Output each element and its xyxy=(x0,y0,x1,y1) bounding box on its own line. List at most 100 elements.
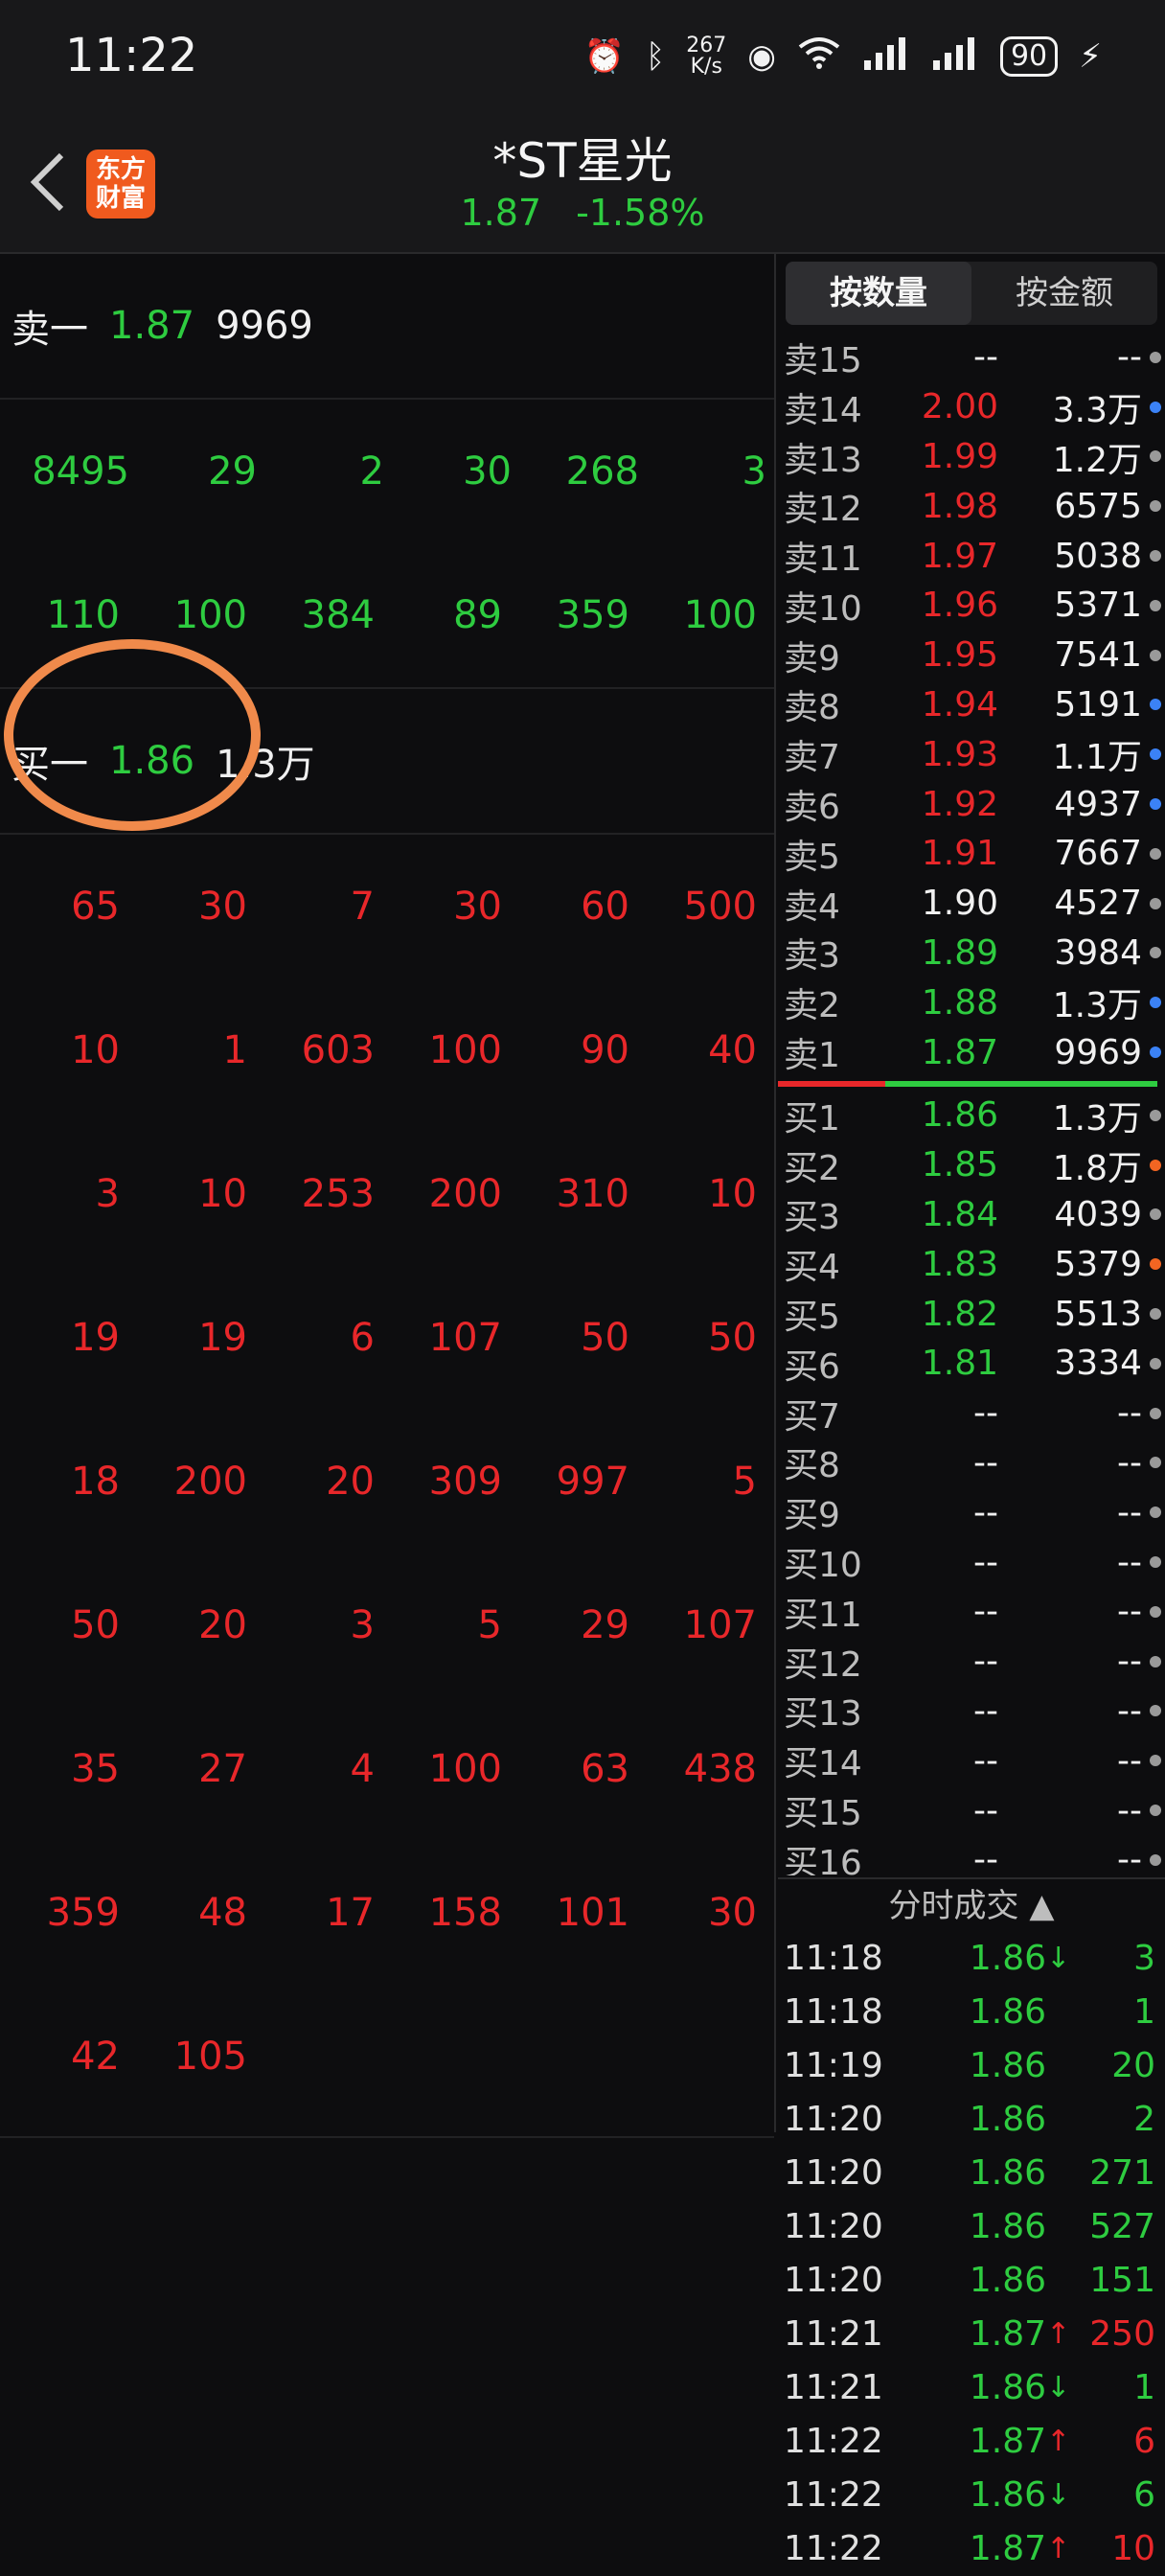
book-row[interactable]: 卖9 1.95 7541 xyxy=(778,631,1165,680)
book-volume: -- xyxy=(1117,1642,1142,1682)
status-dot-icon xyxy=(1150,947,1161,959)
queue-cell: 438 xyxy=(683,1747,757,1791)
book-row[interactable]: 买1 1.86 1.3万 xyxy=(778,1091,1165,1140)
trade-volume: 527 xyxy=(1089,2206,1155,2246)
trade-volume: 20 xyxy=(1111,2045,1155,2085)
queue-cell: 100 xyxy=(428,1747,502,1791)
trade-time: 11:21 xyxy=(784,2313,883,2354)
order-book[interactable]: 卖15 -- -- 卖14 2.00 3.3万 卖13 1.99 1.2万 卖12 1.98 6575… xyxy=(778,333,1165,1875)
book-row[interactable]: 卖12 1.98 6575 xyxy=(778,481,1165,531)
alarm-icon: ⏰ xyxy=(583,37,625,76)
queue-cell: 100 xyxy=(428,1028,502,1072)
book-volume: 1.8万 xyxy=(1052,1148,1142,1188)
sell-book: 卖15 -- -- 卖14 2.00 3.3万 卖13 1.99 1.2万 卖12 1.98 6575… xyxy=(778,333,1165,1077)
book-volume: 9969 xyxy=(1054,1032,1142,1072)
book-row[interactable]: 买3 1.84 4039 xyxy=(778,1190,1165,1240)
queue-cell: 5 xyxy=(732,1460,757,1504)
queue-cell: 50 xyxy=(71,1603,120,1647)
queue-cell: 1 xyxy=(222,1028,247,1072)
trade-volume: 2 xyxy=(1133,2099,1155,2139)
queue-cell: 20 xyxy=(198,1603,247,1647)
book-volume: -- xyxy=(1117,1542,1142,1582)
trade-price: 1.87 xyxy=(969,2528,1046,2568)
queue-cell: 309 xyxy=(428,1460,502,1504)
status-dot-icon xyxy=(1150,847,1161,860)
book-level-label: 卖4 xyxy=(784,886,840,927)
trade-direction-icon: ↑ xyxy=(1046,2424,1071,2458)
queue-cell: 90 xyxy=(581,1028,629,1072)
book-row[interactable]: 买4 1.83 5379 xyxy=(778,1239,1165,1289)
sell1-queue: 8495 29 2 30 268 3 110 100 384 89 359 10… xyxy=(0,400,774,689)
book-row[interactable]: 卖6 1.92 4937 xyxy=(778,779,1165,829)
queue-cell: 107 xyxy=(683,1603,757,1647)
trade-volume: 271 xyxy=(1089,2152,1155,2193)
status-dot-icon xyxy=(1150,1457,1161,1469)
book-level-label: 买16 xyxy=(784,1843,862,1875)
trade-price: 1.87 xyxy=(969,2313,1046,2354)
trades-list[interactable]: 11:18 1.86 ↓ 3 11:18 1.86 1 11:19 1.86 20 11:20 1.8… xyxy=(778,1931,1165,2575)
queue-cell: 10 xyxy=(71,1028,120,1072)
trade-volume: 1 xyxy=(1133,1991,1155,2032)
book-row[interactable]: 买10 -- -- xyxy=(778,1537,1165,1587)
queue-row: 110 100 384 89 359 100 xyxy=(46,593,757,637)
book-row[interactable]: 卖10 1.96 5371 xyxy=(778,581,1165,631)
trade-price: 1.86 xyxy=(969,2152,1046,2193)
sell1-summary[interactable]: 卖一 1.87 9969 xyxy=(0,254,774,400)
book-volume: -- xyxy=(1117,1790,1142,1830)
book-row[interactable]: 卖13 1.99 1.2万 xyxy=(778,432,1165,482)
book-row[interactable]: 卖15 -- -- xyxy=(778,333,1165,382)
book-row[interactable]: 买13 -- -- xyxy=(778,1687,1165,1736)
book-price: 1.98 xyxy=(921,486,998,526)
trade-time: 11:22 xyxy=(784,2474,883,2515)
book-row[interactable]: 卖3 1.89 3984 xyxy=(778,929,1165,978)
book-volume: -- xyxy=(1117,1690,1142,1731)
queue-row: 359 48 17 158 101 30 xyxy=(0,1841,774,1985)
status-dot-icon xyxy=(1150,649,1161,661)
queue-cell: 65 xyxy=(71,885,120,929)
book-row[interactable]: 买12 -- -- xyxy=(778,1637,1165,1687)
book-volume: 5513 xyxy=(1054,1294,1142,1334)
book-volume: -- xyxy=(1117,1492,1142,1532)
book-level-label: 卖2 xyxy=(784,986,840,1026)
tab-by-amount[interactable]: 按金额 xyxy=(971,262,1157,325)
queue-row: 42 105 xyxy=(0,1985,774,2128)
status-dot-icon xyxy=(1150,897,1161,909)
queue-row: 65 30 7 30 60 500 xyxy=(0,835,774,978)
trade-time: 11:20 xyxy=(784,2260,883,2300)
book-price: 1.91 xyxy=(921,834,998,874)
trades-header[interactable]: 分时成交 ▲ xyxy=(778,1877,1165,1931)
book-row[interactable]: 卖7 1.93 1.1万 xyxy=(778,729,1165,779)
book-row[interactable]: 买11 -- -- xyxy=(778,1587,1165,1637)
book-level-label: 买1 xyxy=(784,1098,840,1138)
book-row[interactable]: 买7 -- -- xyxy=(778,1389,1165,1438)
book-row[interactable]: 卖5 1.91 7667 xyxy=(778,829,1165,879)
status-dot-icon xyxy=(1150,351,1161,363)
trade-row: 11:20 1.86 2 xyxy=(778,2092,1165,2146)
book-row[interactable]: 卖11 1.97 5038 xyxy=(778,531,1165,581)
book-row[interactable]: 卖1 1.87 9969 xyxy=(778,1027,1165,1077)
book-row[interactable]: 买5 1.82 5513 xyxy=(778,1289,1165,1339)
book-row[interactable]: 卖8 1.94 5191 xyxy=(778,680,1165,730)
queue-cell: 30 xyxy=(708,1891,757,1935)
status-dot-icon xyxy=(1150,1357,1161,1369)
queue-row: 8495 29 2 30 268 3 xyxy=(32,449,766,494)
book-row[interactable]: 买16 -- -- xyxy=(778,1835,1165,1875)
buy-book: 买1 1.86 1.3万 买2 1.85 1.8万 买3 1.84 4039 买4 1.83 5379… xyxy=(778,1091,1165,1875)
book-row[interactable]: 买15 -- -- xyxy=(778,1785,1165,1835)
book-volume: 5191 xyxy=(1054,684,1142,724)
book-volume: 4937 xyxy=(1054,784,1142,824)
queue-cell: 29 xyxy=(581,1603,629,1647)
book-row[interactable]: 买8 -- -- xyxy=(778,1438,1165,1488)
book-volume: 4039 xyxy=(1054,1194,1142,1234)
book-price: 1.96 xyxy=(921,586,998,626)
book-row[interactable]: 卖4 1.90 4527 xyxy=(778,879,1165,929)
book-row[interactable]: 买2 1.85 1.8万 xyxy=(778,1140,1165,1190)
book-row[interactable]: 买6 1.81 3334 xyxy=(778,1339,1165,1389)
book-row[interactable]: 卖14 2.00 3.3万 xyxy=(778,382,1165,432)
tab-by-quantity[interactable]: 按数量 xyxy=(786,262,971,325)
buy1-summary[interactable]: 买一 1.86 1.3万 xyxy=(0,689,774,835)
queue-cell: 48 xyxy=(198,1891,247,1935)
book-row[interactable]: 买14 -- -- xyxy=(778,1736,1165,1785)
book-row[interactable]: 买9 -- -- xyxy=(778,1487,1165,1537)
book-row[interactable]: 卖2 1.88 1.3万 xyxy=(778,978,1165,1027)
